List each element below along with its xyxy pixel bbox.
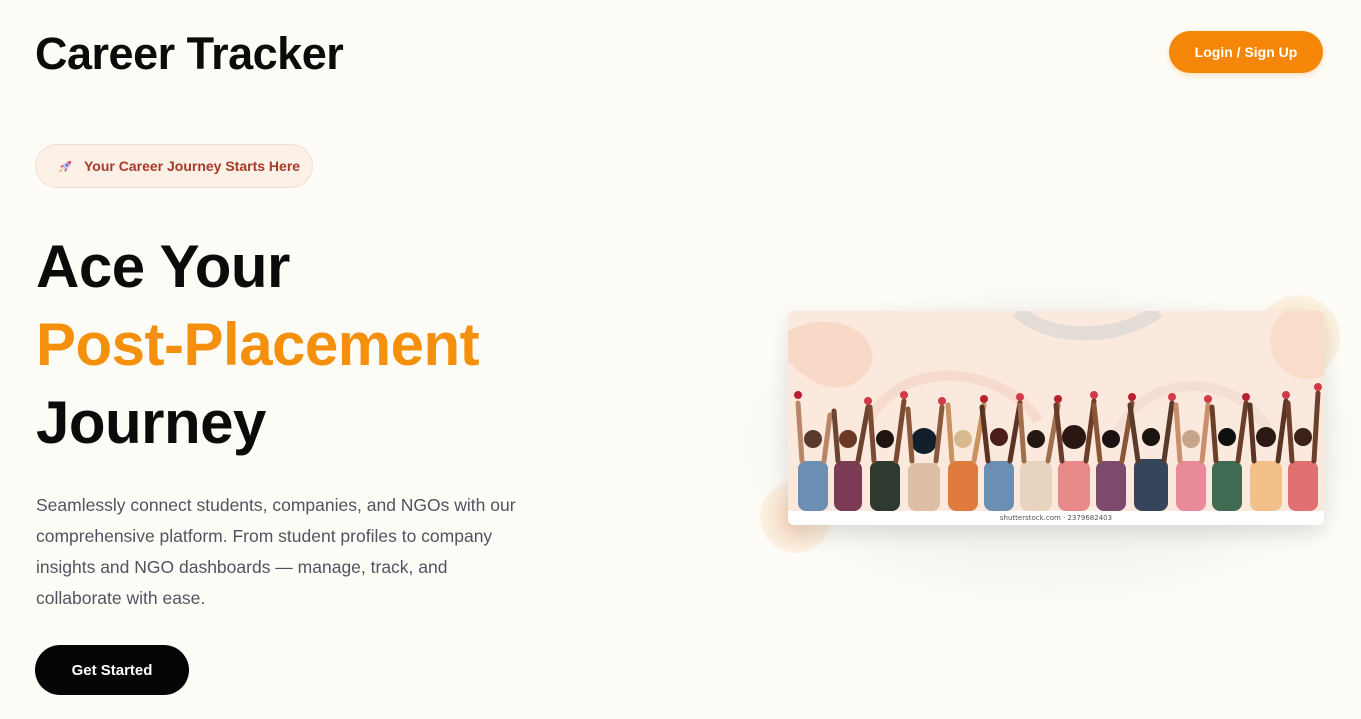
headline-line-3: Journey xyxy=(36,389,266,456)
hero-illustration: shutterstock.com · 2379682403 xyxy=(788,311,1324,525)
brand-logo[interactable]: Career Tracker xyxy=(35,28,344,80)
image-watermark: shutterstock.com · 2379682403 xyxy=(788,511,1324,525)
hero-image-area: shutterstock.com · 2379682403 xyxy=(740,285,1360,605)
rocket-icon xyxy=(57,158,74,175)
tagline-badge: Your Career Journey Starts Here xyxy=(35,144,313,188)
badge-text: Your Career Journey Starts Here xyxy=(84,158,301,174)
headline-line-1: Ace Your xyxy=(36,233,290,300)
hero-description: Seamlessly connect students, companies, … xyxy=(36,495,516,608)
landing-page: Career Tracker Login / Sign Up Your Care… xyxy=(0,0,1361,719)
get-started-button[interactable]: Get Started xyxy=(35,645,189,695)
login-signup-button[interactable]: Login / Sign Up xyxy=(1169,31,1323,73)
hero-headline: Ace Your Post-Placement Journey xyxy=(36,228,480,462)
headline-line-2-accent: Post-Placement xyxy=(36,311,480,378)
crowd-illustration xyxy=(788,311,1324,525)
